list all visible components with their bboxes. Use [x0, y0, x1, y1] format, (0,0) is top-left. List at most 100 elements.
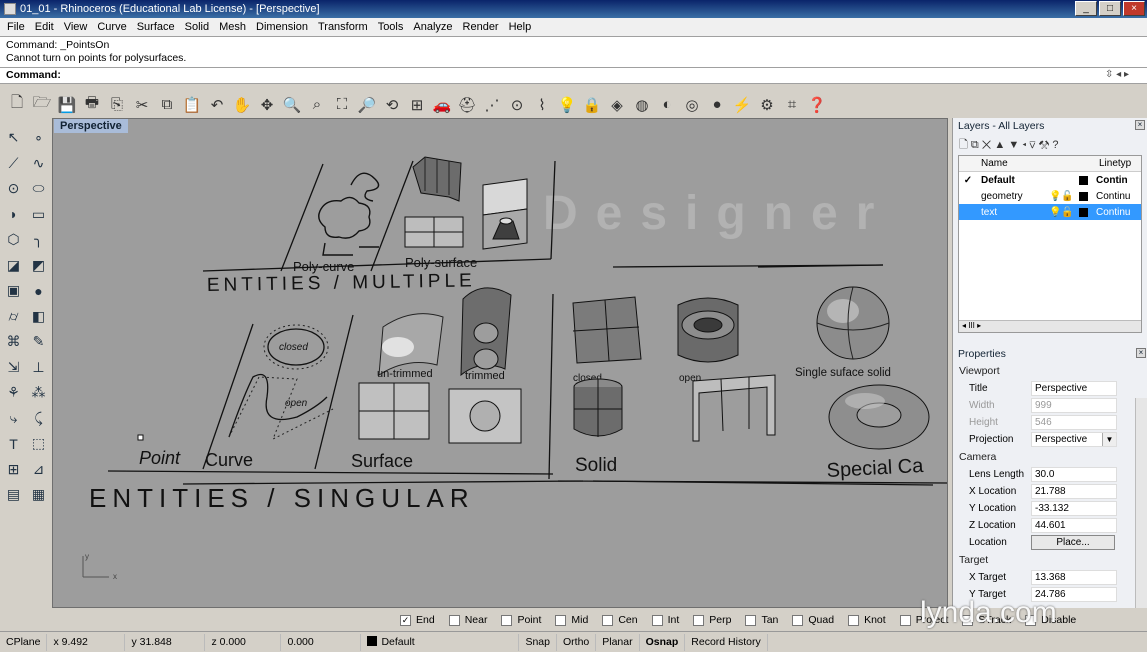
- menu-render[interactable]: Render: [458, 21, 504, 33]
- split-icon[interactable]: ⤹: [26, 406, 51, 432]
- new-document-icon[interactable]: 🗋: [6, 94, 28, 116]
- hat-icon[interactable]: ⛑: [456, 94, 478, 116]
- layer-linetype[interactable]: Contin: [1094, 175, 1128, 186]
- column-name[interactable]: Name: [977, 158, 1049, 169]
- menu-surface[interactable]: Surface: [132, 21, 180, 33]
- menu-dimension[interactable]: Dimension: [251, 21, 313, 33]
- menu-transform[interactable]: Transform: [313, 21, 373, 33]
- options-icon[interactable]: ⚙: [756, 94, 778, 116]
- car-icon[interactable]: 🚗: [431, 94, 453, 116]
- surface-icon[interactable]: ◪: [1, 253, 26, 279]
- curve-icon[interactable]: ∿: [26, 151, 51, 177]
- unlock-icon[interactable]: 🔓: [1061, 207, 1075, 218]
- menu-analyze[interactable]: Analyze: [408, 21, 457, 33]
- current-layer-check-icon[interactable]: ✓: [959, 175, 977, 186]
- checkbox[interactable]: [745, 614, 757, 626]
- paste-icon[interactable]: 📋: [181, 94, 203, 116]
- osnap-end[interactable]: ✓ End: [400, 614, 435, 626]
- polygon-icon[interactable]: ⬡: [1, 227, 26, 253]
- help-icon[interactable]: ❓: [806, 94, 828, 116]
- place-button[interactable]: Place...: [1031, 535, 1115, 550]
- chevron-down-icon[interactable]: ▼: [1102, 433, 1116, 446]
- print-icon[interactable]: 🖶: [81, 94, 103, 116]
- transform-icon[interactable]: ⇲: [1, 355, 26, 381]
- curve-points-icon[interactable]: ⌇: [531, 94, 553, 116]
- light-bulb-icon[interactable]: 💡: [1049, 191, 1061, 202]
- layer-color-swatch[interactable]: [1079, 175, 1088, 185]
- render-box-icon[interactable]: ▤: [1, 482, 26, 508]
- copy-icon[interactable]: ⧉: [156, 94, 178, 116]
- mesh-icon[interactable]: ⌘: [1, 329, 26, 355]
- layer-icon[interactable]: ◈: [606, 94, 628, 116]
- lens-length-field[interactable]: 30.0: [1031, 467, 1117, 482]
- menu-solid[interactable]: Solid: [180, 21, 214, 33]
- layer-row-geometry[interactable]: geometry 💡 🔓 Continu: [959, 188, 1141, 204]
- status-snap[interactable]: Snap: [519, 633, 557, 651]
- block-icon[interactable]: ⊞: [1, 457, 26, 483]
- menu-mesh[interactable]: Mesh: [214, 21, 251, 33]
- menu-edit[interactable]: Edit: [30, 21, 59, 33]
- zoom-window-icon[interactable]: ⌕: [306, 94, 328, 116]
- point-icon[interactable]: ∘: [26, 125, 51, 151]
- layer-linetype[interactable]: Continu: [1094, 191, 1130, 202]
- menu-curve[interactable]: Curve: [92, 21, 131, 33]
- polyline-icon[interactable]: ⟋: [1, 151, 26, 177]
- osnap-tan[interactable]: Tan: [745, 614, 778, 626]
- select-points-icon[interactable]: ⋰: [481, 94, 503, 116]
- y-location-field[interactable]: -33.132: [1031, 501, 1117, 516]
- layer-row-text[interactable]: text 💡 🔓 Continu: [959, 204, 1141, 220]
- rectangle-icon[interactable]: ▭: [26, 202, 51, 228]
- layers-close-icon[interactable]: ×: [1135, 120, 1145, 130]
- status-planar[interactable]: Planar: [596, 633, 640, 651]
- layer-color-swatch[interactable]: [1079, 191, 1088, 201]
- checkbox[interactable]: [792, 614, 804, 626]
- maximize-button[interactable]: □: [1099, 1, 1121, 16]
- cut-icon[interactable]: ✂: [131, 94, 153, 116]
- viewport-title-tab[interactable]: Perspective: [54, 119, 128, 133]
- boolean-icon[interactable]: ✎: [26, 329, 51, 355]
- rotate-view-icon[interactable]: ✥: [256, 94, 278, 116]
- command-line[interactable]: Command: ⇳ ◂ ▸: [0, 67, 1147, 84]
- unlock-icon[interactable]: 🔓: [1061, 191, 1075, 202]
- layer-color-swatch[interactable]: [1079, 207, 1088, 217]
- osnap-mid[interactable]: Mid: [555, 614, 588, 626]
- circle-icon[interactable]: ⊙: [1, 176, 26, 202]
- save-icon[interactable]: 💾: [56, 94, 78, 116]
- status-record-history[interactable]: Record History: [685, 633, 768, 651]
- osnap-near[interactable]: Near: [448, 614, 487, 626]
- text-icon[interactable]: T: [1, 431, 26, 457]
- properties-close-icon[interactable]: ×: [1136, 348, 1146, 358]
- menu-help[interactable]: Help: [504, 21, 537, 33]
- osnap-knot[interactable]: Knot: [848, 614, 886, 626]
- perspective-viewport[interactable]: Designer Poly-curve Poly-surface ENTITIE…: [52, 118, 948, 608]
- checkbox[interactable]: [501, 614, 513, 626]
- column-linetype[interactable]: Linetyp: [1097, 158, 1131, 169]
- zoom-selected-icon[interactable]: 🔎: [356, 94, 378, 116]
- layer-row-default[interactable]: ✓ Default Contin: [959, 172, 1141, 188]
- select-arrow-icon[interactable]: ↖: [1, 125, 26, 151]
- analyze-icon[interactable]: ⊿: [26, 457, 51, 483]
- osnap-quad[interactable]: Quad: [792, 614, 834, 626]
- menu-file[interactable]: File: [2, 21, 30, 33]
- lock-icon[interactable]: 🔒: [581, 94, 603, 116]
- layer-toolbar[interactable]: 🗋 ⧉ ✕ ▲ ▼ ◂ ⊽ ⚒ ?: [953, 134, 1147, 152]
- menu-tools[interactable]: Tools: [373, 21, 409, 33]
- projection-select[interactable]: Perspective ▼: [1031, 432, 1117, 447]
- ellipse-icon[interactable]: ⬭: [26, 176, 51, 202]
- align-icon[interactable]: ⊥: [26, 355, 51, 381]
- grid-snap-icon[interactable]: ⌗: [781, 94, 803, 116]
- cylinder-icon[interactable]: ⌭: [1, 304, 26, 330]
- status-ortho[interactable]: Ortho: [557, 633, 597, 651]
- minimize-button[interactable]: _: [1075, 1, 1097, 16]
- point-on-icon[interactable]: ⊙: [506, 94, 528, 116]
- group-icon[interactable]: ⚘: [1, 380, 26, 406]
- checkbox[interactable]: [651, 614, 663, 626]
- light-bulb-icon[interactable]: 💡: [1049, 207, 1061, 218]
- arc-icon[interactable]: ◗: [1, 202, 26, 228]
- open-icon[interactable]: 🗁: [31, 94, 53, 116]
- hatch-icon[interactable]: ▦: [26, 482, 51, 508]
- four-viewports-icon[interactable]: ⊞: [406, 94, 428, 116]
- extrude-icon[interactable]: ◧: [26, 304, 51, 330]
- box-icon[interactable]: ▣: [1, 278, 26, 304]
- close-button[interactable]: ×: [1123, 1, 1145, 16]
